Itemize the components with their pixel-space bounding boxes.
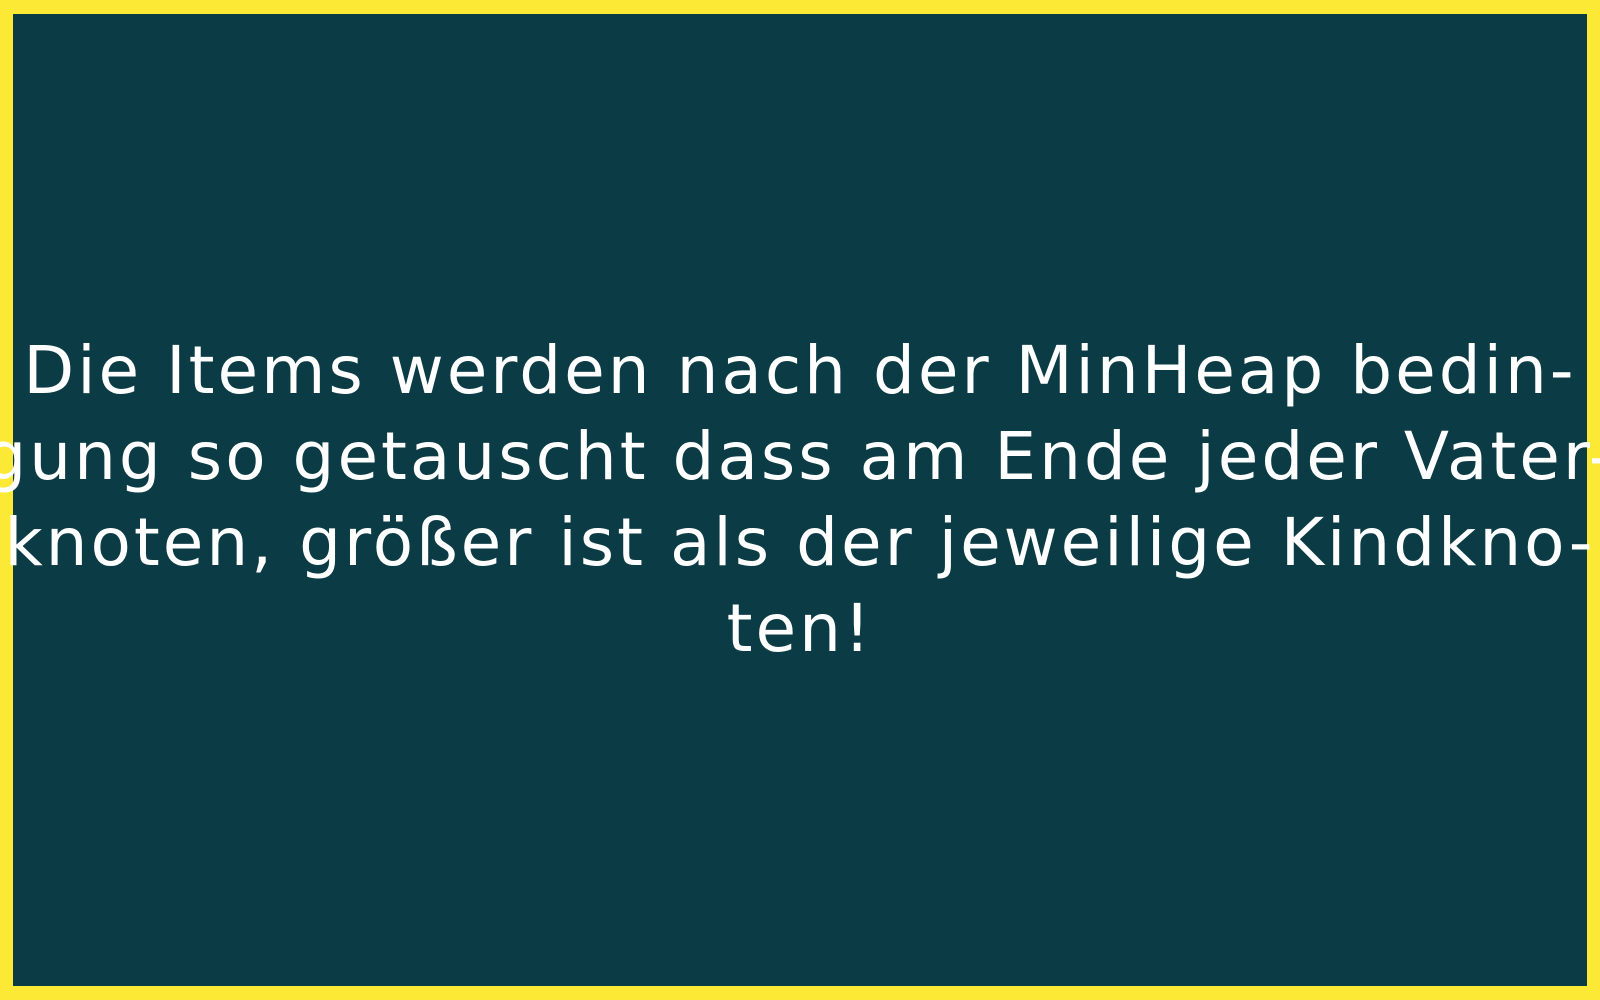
message-line-2: gung so getauscht dass am Ende jeder Vat… <box>0 418 1600 495</box>
slide-border: Die Items werden nach der MinHeap bedin-… <box>0 0 1600 1000</box>
message-line-4: ten! <box>726 590 874 667</box>
slide-message: Die Items werden nach der MinHeap bedin-… <box>0 328 1600 672</box>
slide-panel: Die Items werden nach der MinHeap bedin-… <box>0 14 1600 986</box>
message-line-3: knoten, größer ist als der jeweilige Kin… <box>4 504 1596 581</box>
message-line-1: Die Items werden nach der MinHeap bedin- <box>23 332 1577 409</box>
